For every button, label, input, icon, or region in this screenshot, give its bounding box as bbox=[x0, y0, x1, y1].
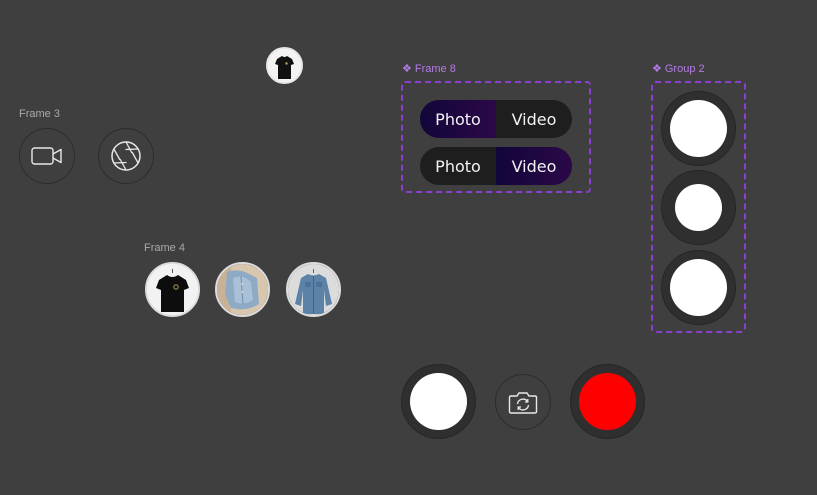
shutter-variant-medium[interactable] bbox=[661, 250, 736, 325]
record-inner bbox=[579, 373, 636, 430]
component-icon: ❖ bbox=[402, 63, 412, 75]
photo-video-toggle-video-active[interactable]: Photo Video bbox=[420, 147, 572, 185]
video-mode-button[interactable] bbox=[19, 128, 75, 184]
shutter-variant-small[interactable] bbox=[661, 170, 736, 245]
video-camera-icon bbox=[31, 147, 62, 165]
denim-shirt-image bbox=[288, 264, 339, 315]
toggle-video-segment[interactable]: Video bbox=[496, 147, 572, 185]
shutter-inner bbox=[410, 373, 467, 430]
denim-shirt-image bbox=[217, 264, 268, 315]
shutter-button[interactable] bbox=[401, 364, 476, 439]
camera-flip-icon bbox=[508, 392, 538, 414]
shutter-inner bbox=[670, 100, 727, 157]
frame-8-label: ❖ Frame 8 bbox=[402, 62, 456, 76]
tshirt-image bbox=[147, 264, 198, 315]
group-2-label-text: Group 2 bbox=[664, 62, 705, 75]
shutter-inner bbox=[675, 184, 722, 231]
photo-video-toggle-photo-active[interactable]: Photo Video bbox=[420, 100, 572, 138]
shutter-variant-large[interactable] bbox=[661, 91, 736, 166]
tshirt-image bbox=[268, 49, 301, 82]
group-2-label: ❖ Group 2 bbox=[652, 62, 705, 76]
frame-8-label-text: Frame 8 bbox=[414, 62, 456, 75]
frame-3-label: Frame 3 bbox=[19, 108, 60, 120]
component-icon: ❖ bbox=[652, 63, 662, 75]
photo-mode-button[interactable] bbox=[98, 128, 154, 184]
toggle-photo-segment[interactable]: Photo bbox=[420, 147, 496, 185]
flip-camera-button[interactable] bbox=[495, 374, 551, 430]
aperture-icon bbox=[111, 141, 141, 171]
product-thumbnail-denim-folded[interactable] bbox=[215, 262, 270, 317]
shutter-inner bbox=[670, 259, 727, 316]
toggle-photo-segment[interactable]: Photo bbox=[420, 100, 496, 138]
record-button[interactable] bbox=[570, 364, 645, 439]
product-thumbnail-denim-hanger[interactable] bbox=[286, 262, 341, 317]
top-product-thumbnail[interactable] bbox=[266, 47, 303, 84]
frame-4-label: Frame 4 bbox=[144, 242, 185, 254]
toggle-video-segment[interactable]: Video bbox=[496, 100, 572, 138]
product-thumbnail-black-tshirt[interactable] bbox=[145, 262, 200, 317]
